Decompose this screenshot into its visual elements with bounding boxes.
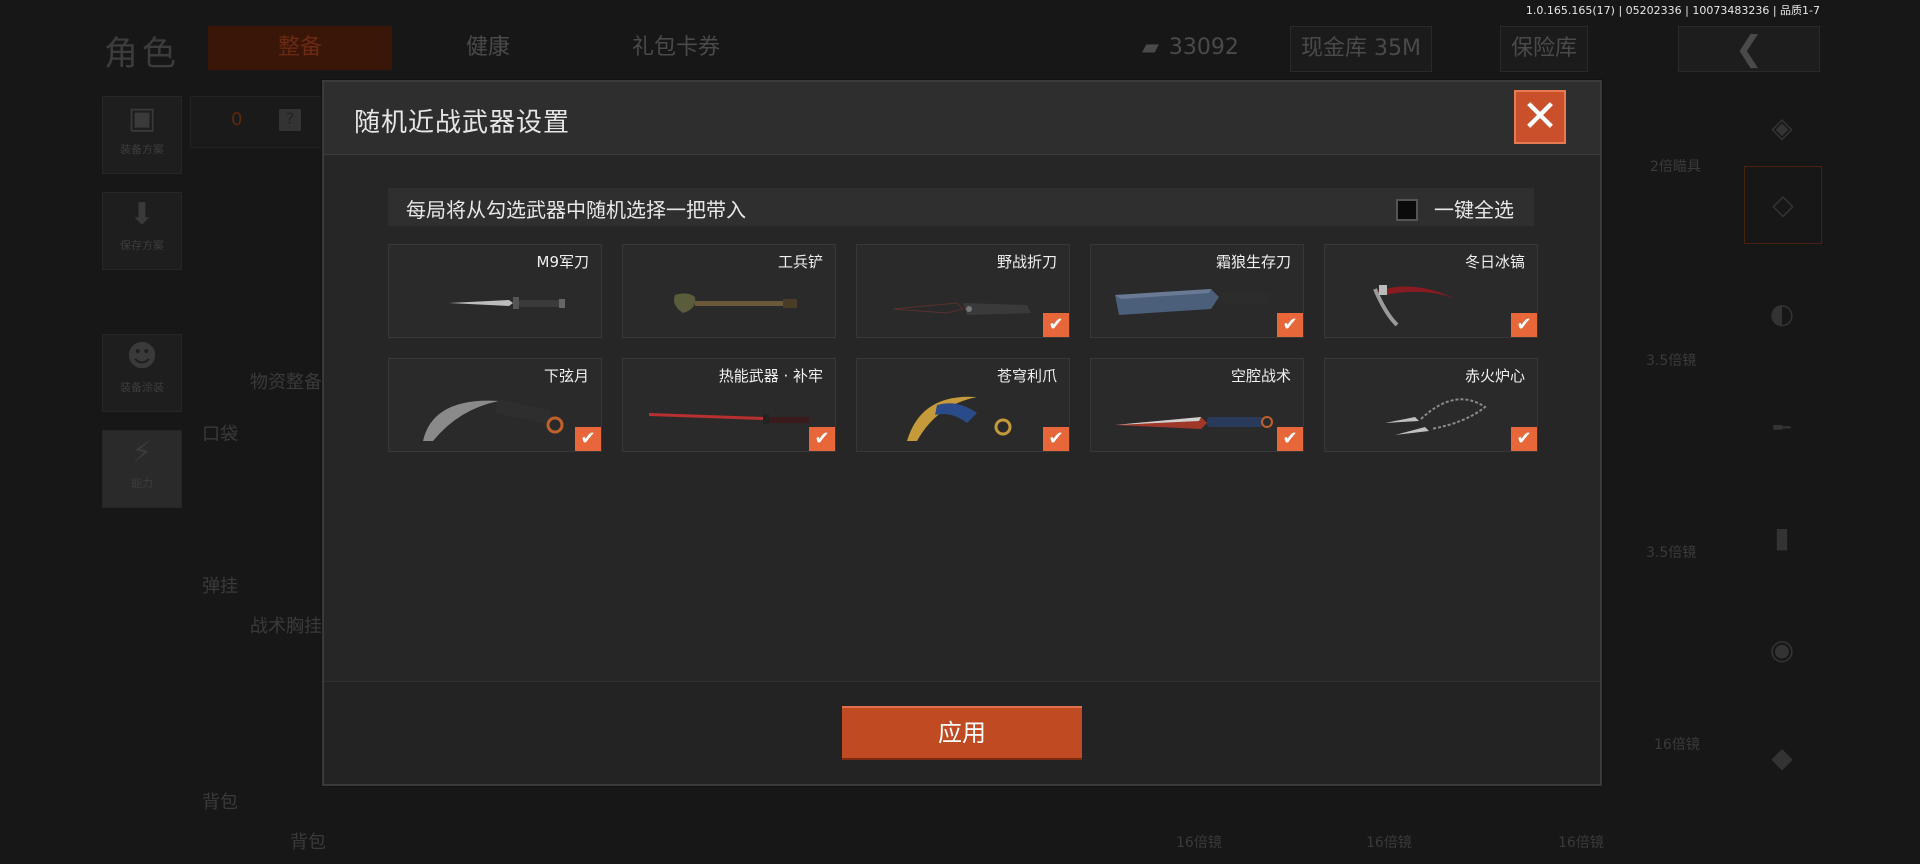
scope-label: 2倍瞄具 bbox=[1650, 159, 1701, 175]
checked-checkbox[interactable]: ✔ bbox=[1043, 427, 1069, 451]
magazine-rig-label: 弹挂 bbox=[202, 576, 238, 597]
close-button[interactable]: ✕ bbox=[1514, 90, 1566, 144]
weapon-card[interactable]: 工兵铲 bbox=[622, 244, 836, 338]
dialog-title: 随机近战武器设置 bbox=[354, 108, 571, 138]
cash-vault-button[interactable]: 现金库 35M bbox=[1290, 26, 1432, 72]
weapon-card[interactable]: 空腔战术 ✔ bbox=[1090, 358, 1304, 452]
knife-icon bbox=[449, 297, 565, 309]
scope-label: 3.5倍镜 bbox=[1646, 353, 1697, 369]
page-title: 角色 bbox=[104, 34, 180, 74]
help-icon[interactable]: ? bbox=[279, 109, 301, 131]
grenade-slot-icon[interactable]: ◉ bbox=[1744, 612, 1820, 688]
checked-checkbox[interactable]: ✔ bbox=[1511, 313, 1537, 337]
karambit-icon bbox=[423, 399, 564, 441]
dialog-footer: 应用 bbox=[324, 681, 1600, 784]
machete-icon bbox=[1115, 289, 1269, 315]
currency-amount: 33092 bbox=[1168, 35, 1239, 60]
weapon-card[interactable]: 苍穹利爪 ✔ bbox=[856, 358, 1070, 452]
info-bar: 每局将从勾选武器中随机选择一把带入 一键全选 bbox=[388, 188, 1534, 226]
select-all-label: 一键全选 bbox=[1434, 198, 1514, 222]
magazine-slot-icon[interactable]: ▮ bbox=[1744, 500, 1820, 576]
weapon-card[interactable]: 霜狼生存刀 ✔ bbox=[1090, 244, 1304, 338]
close-icon: ✕ bbox=[1521, 91, 1559, 142]
folding-knife-icon bbox=[892, 302, 1031, 315]
weapon-card[interactable]: 热能武器 · 补牢 ✔ bbox=[622, 358, 836, 452]
select-all-checkbox[interactable] bbox=[1396, 199, 1418, 221]
rifle-slot-icon[interactable]: ╾ bbox=[1744, 390, 1820, 466]
helmet-slot-icon[interactable]: ◐ bbox=[1744, 276, 1820, 352]
weapon-card[interactable]: 野战折刀 ✔ bbox=[856, 244, 1070, 338]
tab-health[interactable]: 健康 bbox=[396, 26, 580, 70]
gadget-slot-icon[interactable]: ◆ bbox=[1744, 720, 1820, 796]
armor-slot-icon[interactable]: ◇ bbox=[1744, 166, 1822, 244]
scope-label: 3.5倍镜 bbox=[1646, 545, 1697, 561]
helmet-icon: ☻ bbox=[126, 339, 158, 374]
chain-dagger-icon bbox=[1385, 398, 1487, 435]
equipment-skin-button[interactable]: ☻ 装备涂装 bbox=[102, 334, 182, 412]
pocket-label: 口袋 bbox=[202, 424, 238, 445]
save-plan-button[interactable]: ⬇ 保存方案 bbox=[102, 192, 182, 270]
tab-loadout[interactable]: 整备 bbox=[208, 26, 392, 70]
backpack-slot-label: 背包 bbox=[290, 832, 326, 853]
vest-icon: ▣ bbox=[127, 101, 157, 136]
backpack-label: 背包 bbox=[202, 792, 238, 813]
tactical-knife-icon bbox=[1115, 416, 1273, 429]
safe-box-button[interactable]: 保险库 bbox=[1500, 26, 1589, 72]
stack-icon[interactable]: ◈ bbox=[1744, 90, 1820, 166]
back-button[interactable]: ❮ bbox=[1678, 26, 1820, 72]
katana-icon bbox=[649, 413, 809, 424]
checked-checkbox[interactable]: ✔ bbox=[1277, 427, 1303, 451]
apply-button[interactable]: 应用 bbox=[842, 706, 1082, 760]
checked-checkbox[interactable]: ✔ bbox=[1043, 313, 1069, 337]
weapon-card[interactable]: 下弦月 ✔ bbox=[388, 358, 602, 452]
material-prep-button[interactable]: 物资整备 bbox=[250, 368, 322, 394]
checked-checkbox[interactable]: ✔ bbox=[1277, 313, 1303, 337]
version-text: 1.0.165.165(17) | 05202336 | 10073483236… bbox=[1525, 4, 1820, 17]
checked-checkbox[interactable]: ✔ bbox=[1511, 427, 1537, 451]
weapon-card[interactable]: 赤火炉心 ✔ bbox=[1324, 358, 1538, 452]
ability-button[interactable]: ⚡ 能力 bbox=[102, 430, 182, 508]
loadout-plan-button[interactable]: ▣ 装备方案 bbox=[102, 96, 182, 174]
currency-display: ▰ 33092 bbox=[1142, 26, 1239, 70]
info-text: 每局将从勾选武器中随机选择一把带入 bbox=[406, 198, 746, 222]
scope-label: 16倍镜 bbox=[1366, 835, 1412, 851]
tab-gift-cards[interactable]: 礼包卡券 bbox=[584, 26, 768, 70]
download-icon: ⬇ bbox=[129, 197, 155, 232]
select-all-toggle[interactable]: 一键全选 bbox=[1396, 194, 1514, 223]
weapon-card[interactable]: 冬日冰镐 ✔ bbox=[1324, 244, 1538, 338]
scope-label: 16倍镜 bbox=[1654, 737, 1700, 753]
dialog-header: 随机近战武器设置 ✕ bbox=[324, 82, 1600, 155]
checked-checkbox[interactable]: ✔ bbox=[809, 427, 835, 451]
claw-icon bbox=[907, 396, 1012, 441]
armor-count: 0 bbox=[231, 109, 243, 130]
ice-pick-icon bbox=[1373, 285, 1455, 327]
weapon-card[interactable]: M9军刀 bbox=[388, 244, 602, 338]
chest-rig-label: 战术胸挂 bbox=[250, 616, 322, 637]
random-melee-settings-dialog: 随机近战武器设置 ✕ 每局将从勾选武器中随机选择一把带入 一键全选 M9军刀 工… bbox=[322, 80, 1602, 786]
shovel-icon bbox=[674, 293, 797, 313]
checked-checkbox[interactable]: ✔ bbox=[575, 427, 601, 451]
scope-label: 16倍镜 bbox=[1176, 835, 1222, 851]
scope-label: 16倍镜 bbox=[1558, 835, 1604, 851]
currency-icon: ▰ bbox=[1142, 35, 1159, 60]
lightning-icon: ⚡ bbox=[131, 435, 153, 470]
